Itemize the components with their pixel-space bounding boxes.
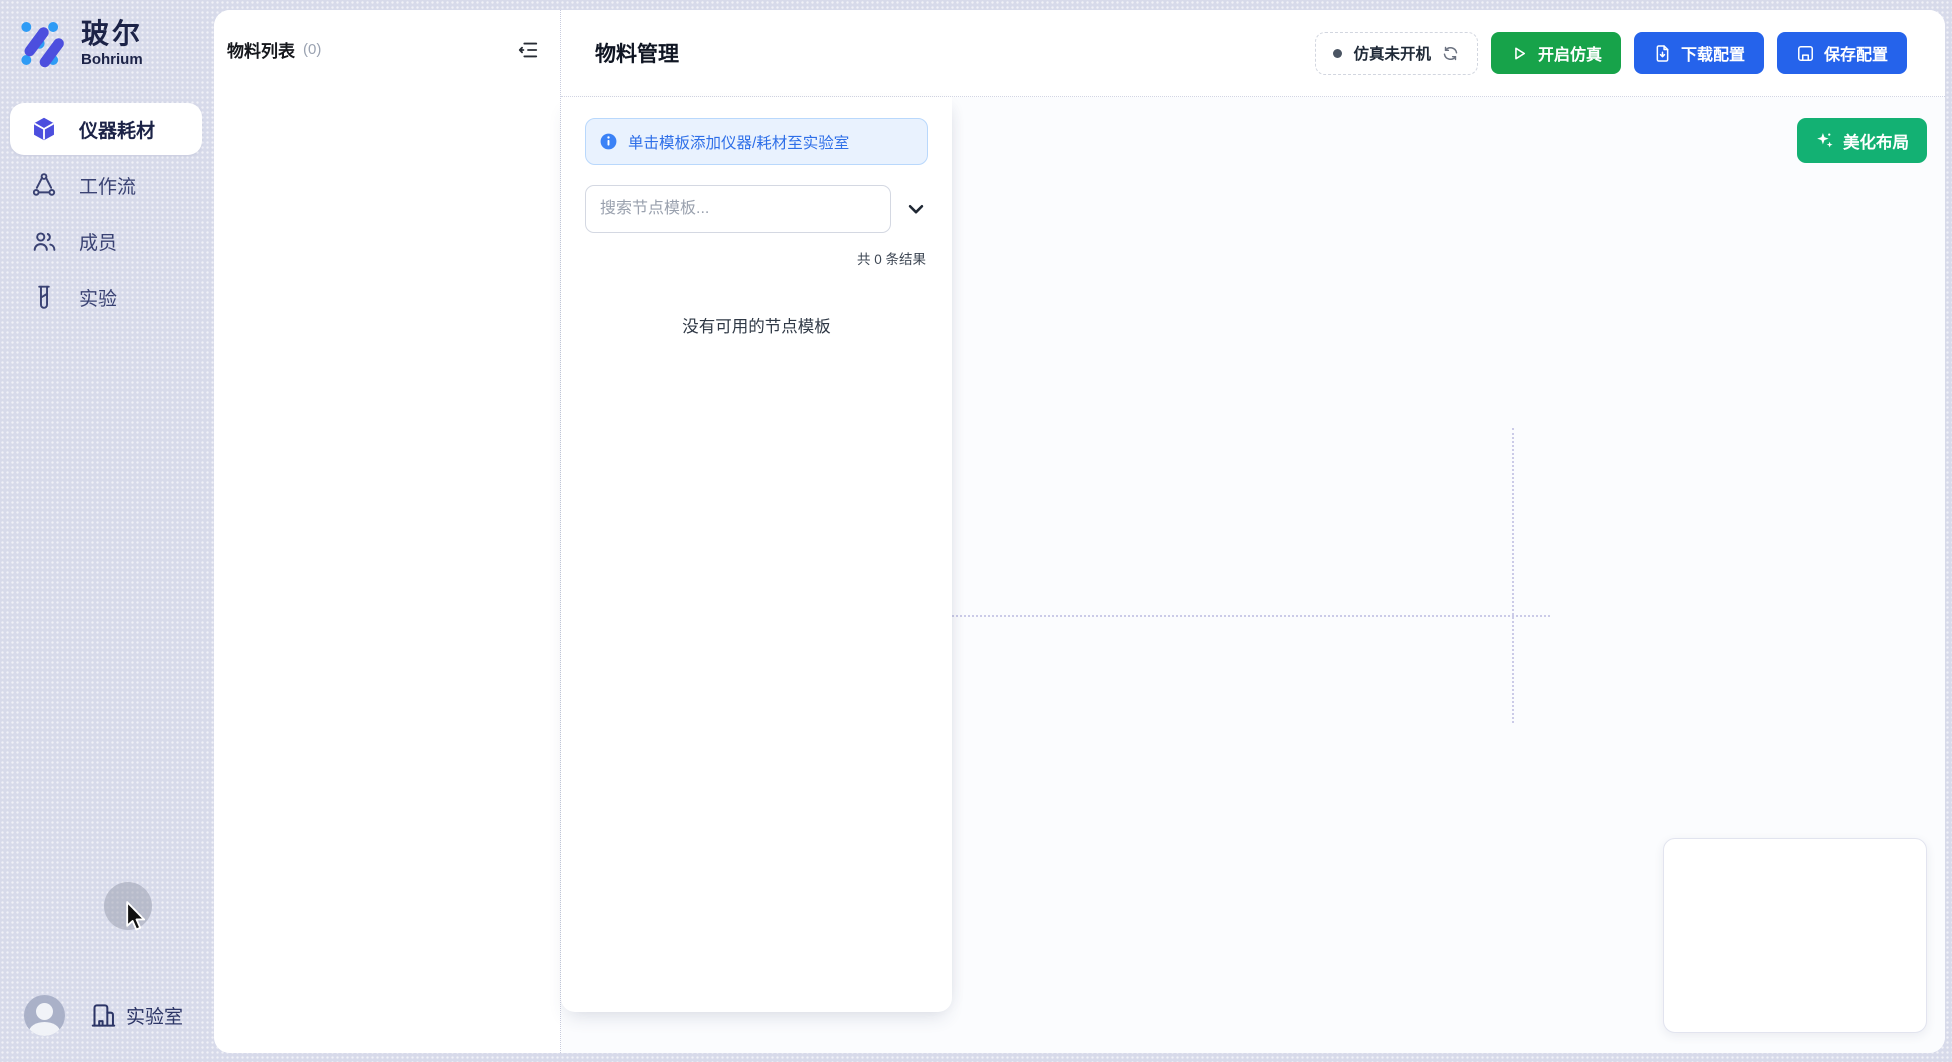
material-list-title: 物料列表 [227, 37, 295, 62]
sidebar-item-members[interactable]: 成员 [10, 215, 202, 267]
bohrium-logo-icon [16, 16, 71, 71]
main-card: 物料列表 (0) 物料管理 仿真未开机 [214, 10, 1945, 1053]
info-banner: 单击模板添加仪器/耗材至实验室 [585, 118, 928, 165]
material-list-header: 物料列表 (0) [214, 10, 560, 62]
download-config-label: 下载配置 [1681, 41, 1745, 65]
user-avatar[interactable] [24, 995, 65, 1036]
save-config-label: 保存配置 [1824, 41, 1888, 65]
avatar-head-shape [36, 1003, 53, 1020]
start-simulation-button[interactable]: 开启仿真 [1491, 32, 1621, 74]
sidebar-item-label: 工作流 [79, 172, 136, 199]
node-template-panel: 单击模板添加仪器/耗材至实验室 共 0 条结果 没有可用的节点模板 [561, 97, 952, 1012]
sidebar-footer: 实验室 [24, 995, 183, 1036]
lab-switcher-label: 实验室 [126, 1002, 183, 1029]
brand-logo[interactable]: 玻尔 Bohrium [16, 16, 143, 71]
cube-icon [31, 116, 57, 142]
template-search-row [585, 185, 928, 233]
download-config-button[interactable]: 下载配置 [1634, 32, 1764, 74]
sidebar-item-workflow[interactable]: 工作流 [10, 159, 202, 211]
refresh-icon[interactable] [1442, 44, 1460, 62]
play-icon [1510, 44, 1529, 63]
save-config-button[interactable]: 保存配置 [1777, 32, 1907, 74]
alignment-guide-vertical [1512, 428, 1514, 723]
info-icon [599, 132, 618, 151]
page-title: 物料管理 [595, 38, 679, 68]
material-list-count: (0) [303, 41, 321, 58]
beautify-layout-button[interactable]: 美化布局 [1797, 118, 1927, 163]
sidebar-item-label: 成员 [79, 228, 117, 255]
result-count: 共 0 条结果 [585, 248, 928, 268]
empty-templates-message: 没有可用的节点模板 [585, 313, 928, 337]
chevron-down-icon[interactable] [904, 197, 928, 221]
sidebar-item-label: 实验 [79, 284, 117, 311]
brand-text: 玻尔 Bohrium [81, 19, 143, 68]
template-search-input[interactable] [585, 185, 891, 233]
file-download-icon [1653, 44, 1672, 63]
start-simulation-label: 开启仿真 [1538, 41, 1602, 65]
canvas-minimap[interactable] [1663, 838, 1927, 1033]
collapse-panel-icon[interactable] [516, 38, 540, 62]
building-icon [90, 1002, 117, 1029]
header-actions: 仿真未开机 开启仿真 [1315, 32, 1907, 75]
sidebar: 玻尔 Bohrium 仪器耗材 工作流 [0, 0, 214, 1062]
sidebar-item-label: 仪器耗材 [79, 116, 155, 143]
info-banner-text: 单击模板添加仪器/耗材至实验室 [628, 131, 849, 153]
content-area: 物料管理 仿真未开机 [561, 10, 1945, 1053]
brand-name-en: Bohrium [81, 51, 143, 68]
page-header: 物料管理 仿真未开机 [561, 10, 1945, 97]
sparkles-icon [1815, 131, 1834, 150]
users-icon [31, 228, 57, 254]
lab-switcher[interactable]: 实验室 [90, 1002, 183, 1029]
simulation-status-pill[interactable]: 仿真未开机 [1315, 32, 1478, 75]
beautify-layout-label: 美化布局 [1843, 129, 1909, 153]
avatar-body-shape [29, 1022, 60, 1036]
material-list-panel: 物料列表 (0) [214, 10, 561, 1053]
simulation-status-label: 仿真未开机 [1353, 42, 1431, 64]
workflow-icon [31, 172, 57, 198]
sidebar-item-experiments[interactable]: 实验 [10, 271, 202, 323]
test-tube-icon [31, 284, 57, 310]
save-icon [1796, 44, 1815, 63]
app-root: 玻尔 Bohrium 仪器耗材 工作流 [0, 0, 1952, 1062]
status-dot-icon [1333, 49, 1342, 58]
sidebar-nav: 仪器耗材 工作流 成员 [10, 103, 202, 323]
sidebar-item-instruments[interactable]: 仪器耗材 [10, 103, 202, 155]
brand-name-zh: 玻尔 [81, 19, 143, 50]
alignment-guide-horizontal [952, 615, 1550, 617]
